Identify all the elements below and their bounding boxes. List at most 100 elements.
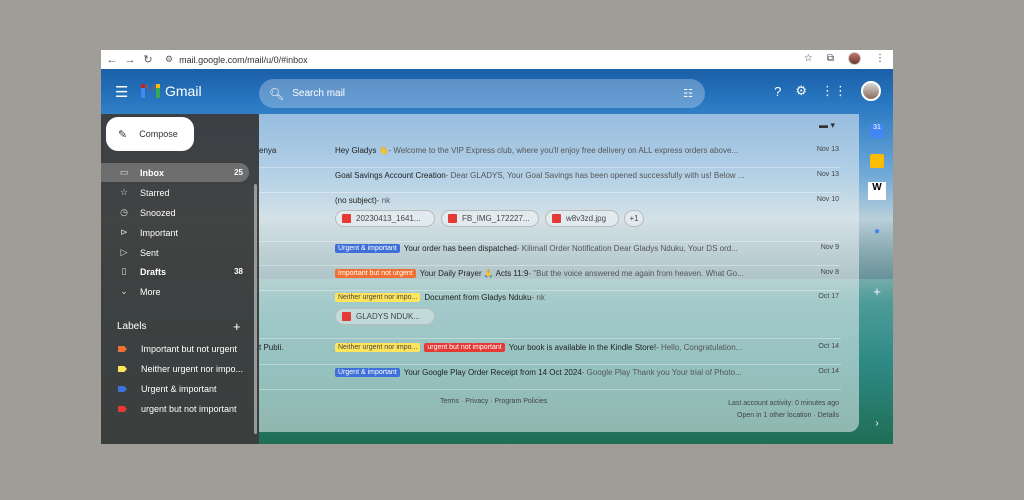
email-date: Nov 10 — [816, 196, 839, 203]
footer-policy-links[interactable]: Terms · Privacy · Program Policies — [440, 398, 547, 405]
apps-grid-icon[interactable]: ⋮⋮ — [821, 83, 847, 99]
email-row[interactable]: enya Hey Gladys 👋 - Welcome to the VIP E… — [259, 146, 841, 168]
account-activity: Last account activity: 0 minutes ago Ope… — [728, 398, 839, 422]
account-avatar[interactable] — [861, 81, 881, 101]
image-file-icon — [448, 214, 457, 223]
pdf-file-icon — [342, 312, 351, 321]
keep-icon[interactable] — [870, 154, 884, 168]
label-badge[interactable]: Important but not urgent — [335, 269, 416, 278]
main-menu-icon[interactable]: ☰ — [115, 83, 128, 101]
calendar-icon[interactable]: 31 — [870, 124, 884, 138]
bookmark-star-icon[interactable]: ☆ — [804, 53, 813, 64]
email-row[interactable]: Neither urgent nor impo... Document from… — [259, 293, 841, 339]
label-badge[interactable]: Urgent & important — [335, 244, 400, 253]
input-tools-icon[interactable]: ▬ ▾ — [819, 120, 835, 131]
activity-details-link[interactable]: Open in 1 other location · Details — [728, 410, 839, 422]
label-important-not-urgent[interactable]: Important but not urgent — [101, 340, 249, 358]
help-icon[interactable]: ? — [774, 84, 781, 99]
nav-item-snoozed[interactable]: ◷ Snoozed — [101, 203, 249, 222]
email-row[interactable]: Important but not urgent Your Daily Pray… — [259, 269, 841, 291]
add-addon-icon[interactable]: + — [870, 284, 884, 299]
label-neither[interactable]: Neither urgent nor impo... — [101, 360, 249, 378]
gmail-logo[interactable]: Gmail — [141, 83, 202, 99]
label-badge[interactable]: urgent but not important — [424, 343, 505, 352]
label-urgent-not-important[interactable]: urgent but not important — [101, 400, 249, 418]
chevron-right-icon[interactable]: › — [870, 418, 884, 432]
email-row[interactable]: t Publi. Neither urgent nor impo... urge… — [259, 343, 841, 365]
forward-icon[interactable]: → — [123, 54, 137, 66]
email-content: Hey Gladys 👋 - Welcome to the VIP Expres… — [335, 146, 785, 155]
address-bar[interactable]: mail.google.com/mail/u/0/#inbox — [179, 55, 308, 65]
email-date: Oct 14 — [818, 368, 839, 375]
email-content: Neither urgent nor impo... Document from… — [335, 293, 785, 302]
compose-button[interactable]: ✎ Compose — [106, 117, 194, 151]
email-content: Important but not urgent Your Daily Pray… — [335, 269, 785, 278]
label-name: Important but not urgent — [141, 344, 238, 354]
email-snippet: - Hello, Congratulation... — [656, 343, 743, 352]
search-bar[interactable]: 🔍︎ Search mail ☷ — [259, 79, 705, 108]
last-activity-text: Last account activity: 0 minutes ago — [728, 400, 839, 407]
label-tag-icon — [118, 386, 127, 392]
reload-icon[interactable]: ↻ — [141, 53, 155, 66]
attachment-name: FB_IMG_172227... — [462, 214, 530, 223]
nav-scrollbar[interactable] — [254, 184, 257, 434]
email-snippet: - nk — [531, 293, 545, 302]
email-date: Nov 9 — [820, 244, 839, 251]
nav-count: 25 — [234, 168, 243, 177]
label-urgent-important[interactable]: Urgent & important — [101, 380, 249, 398]
mail-list-panel: ▬ ▾ enya Hey Gladys 👋 - Welcome to the V… — [259, 114, 859, 432]
email-sender: enya — [259, 146, 277, 155]
inbox-icon: ▭ — [119, 167, 129, 177]
label-name: Neither urgent nor impo... — [141, 364, 244, 374]
email-subject: Document from Gladys Nduku — [424, 293, 532, 302]
label-badge[interactable]: Neither urgent nor impo... — [335, 343, 421, 352]
more-attachments-chip[interactable]: +1 — [624, 210, 644, 227]
search-input[interactable]: Search mail — [292, 88, 345, 99]
nav-item-drafts[interactable]: ▯ Drafts 38 — [101, 262, 249, 281]
email-content: Urgent & important Your order has been d… — [335, 244, 785, 253]
attachment-chip[interactable]: GLADYS NDUK... — [335, 308, 435, 325]
attachment-chip[interactable]: FB_IMG_172227... — [441, 210, 539, 227]
email-row[interactable]: Goal Savings Account Creation - Dear GLA… — [259, 171, 841, 193]
site-info-icon[interactable]: ⚙ — [165, 54, 173, 65]
label-tag-icon — [118, 346, 127, 352]
email-subject: Your Google Play Order Receipt from 14 O… — [403, 368, 582, 377]
settings-gear-icon[interactable]: ⚙ — [795, 83, 807, 99]
email-row[interactable]: Urgent & important Your Google Play Orde… — [259, 368, 841, 390]
search-options-icon[interactable]: ☷ — [683, 87, 693, 100]
nav-item-starred[interactable]: ☆ Starred — [101, 183, 249, 202]
email-row[interactable]: Urgent & important Your order has been d… — [259, 244, 841, 266]
nav-item-important[interactable]: ⊳ Important — [101, 223, 249, 242]
extensions-icon[interactable]: ⧉ — [827, 53, 834, 64]
attachment-name: w8v3zd.jpg — [566, 214, 607, 223]
email-row[interactable]: (no subject) - nk Nov 10 20230413_1641..… — [259, 196, 841, 242]
email-content: Goal Savings Account Creation - Dear GLA… — [335, 171, 785, 180]
nav-label: Drafts — [140, 266, 167, 277]
label-tag-icon — [118, 406, 127, 412]
label-badge[interactable]: Urgent & important — [335, 368, 400, 377]
back-icon[interactable]: ← — [105, 54, 119, 66]
attachment-name: 20230413_1641... — [356, 214, 421, 223]
nav-item-more[interactable]: ⌄ More — [101, 282, 249, 301]
attachment-chip[interactable]: w8v3zd.jpg — [545, 210, 619, 227]
browser-menu-icon[interactable]: ⋮ — [875, 53, 885, 64]
more-attachments-count: +1 — [629, 214, 639, 223]
image-file-icon — [552, 214, 561, 223]
gmail-m-icon — [141, 84, 160, 98]
add-label-icon[interactable]: + — [233, 319, 241, 334]
nav-item-inbox[interactable]: ▭ Inbox 25 — [101, 163, 249, 182]
nav-item-sent[interactable]: ▷ Sent — [101, 243, 249, 262]
email-subject: Hey Gladys 👋 — [335, 146, 389, 155]
nav-label: Starred — [140, 187, 170, 198]
labels-heading: Labels — [117, 321, 147, 332]
label-badge[interactable]: Neither urgent nor impo... — [335, 293, 421, 302]
email-snippet: - nk — [376, 196, 391, 205]
nav-label: More — [140, 286, 161, 297]
search-icon[interactable]: 🔍︎ — [269, 87, 284, 101]
contacts-icon[interactable]: ● — [870, 226, 884, 240]
addon-w-icon[interactable]: W — [868, 182, 886, 200]
email-date: Nov 13 — [816, 171, 839, 178]
attachment-chip[interactable]: 20230413_1641... — [335, 210, 435, 227]
email-snippet: - Kilimall Order Notification Dear Glady… — [516, 244, 738, 253]
profile-avatar[interactable] — [848, 52, 861, 65]
